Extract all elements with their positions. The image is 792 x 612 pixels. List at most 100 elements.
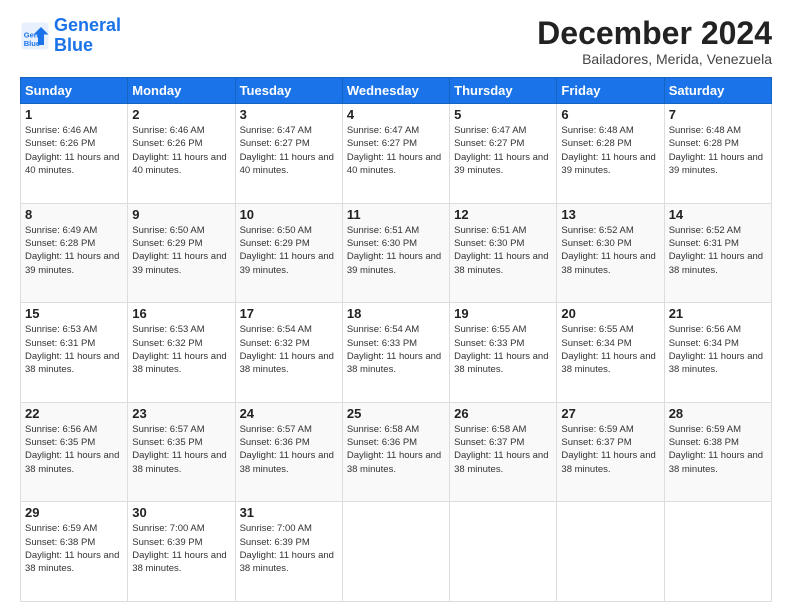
day-number: 25 <box>347 406 445 421</box>
header: Gen Blue General Blue December 2024 Bail… <box>20 16 772 67</box>
calendar-cell: 16 Sunrise: 6:53 AM Sunset: 6:32 PM Dayl… <box>128 303 235 403</box>
daylight-label: Daylight: 11 hours and 40 minutes. <box>25 152 119 176</box>
day-info: Sunrise: 6:50 AM Sunset: 6:29 PM Dayligh… <box>132 224 230 277</box>
day-number: 12 <box>454 207 552 222</box>
daylight-label: Daylight: 11 hours and 40 minutes. <box>240 152 334 176</box>
calendar-week-3: 15 Sunrise: 6:53 AM Sunset: 6:31 PM Dayl… <box>21 303 772 403</box>
calendar-cell: 21 Sunrise: 6:56 AM Sunset: 6:34 PM Dayl… <box>664 303 771 403</box>
sunrise-label: Sunrise: 6:46 AM <box>132 125 204 136</box>
day-number: 11 <box>347 207 445 222</box>
calendar-cell: 3 Sunrise: 6:47 AM Sunset: 6:27 PM Dayli… <box>235 104 342 204</box>
calendar-cell: 1 Sunrise: 6:46 AM Sunset: 6:26 PM Dayli… <box>21 104 128 204</box>
sunset-label: Sunset: 6:28 PM <box>561 138 631 149</box>
day-number: 5 <box>454 107 552 122</box>
daylight-label: Daylight: 11 hours and 38 minutes. <box>454 450 548 474</box>
day-info: Sunrise: 6:47 AM Sunset: 6:27 PM Dayligh… <box>240 124 338 177</box>
daylight-label: Daylight: 11 hours and 38 minutes. <box>669 251 763 275</box>
sunrise-label: Sunrise: 6:55 AM <box>454 324 526 335</box>
day-info: Sunrise: 6:58 AM Sunset: 6:36 PM Dayligh… <box>347 423 445 476</box>
day-info: Sunrise: 6:47 AM Sunset: 6:27 PM Dayligh… <box>347 124 445 177</box>
daylight-label: Daylight: 11 hours and 38 minutes. <box>561 351 655 375</box>
day-number: 23 <box>132 406 230 421</box>
day-number: 28 <box>669 406 767 421</box>
day-number: 31 <box>240 505 338 520</box>
sunrise-label: Sunrise: 6:59 AM <box>25 523 97 534</box>
calendar-cell: 2 Sunrise: 6:46 AM Sunset: 6:26 PM Dayli… <box>128 104 235 204</box>
calendar-cell: 19 Sunrise: 6:55 AM Sunset: 6:33 PM Dayl… <box>450 303 557 403</box>
sunset-label: Sunset: 6:27 PM <box>347 138 417 149</box>
calendar-cell: 6 Sunrise: 6:48 AM Sunset: 6:28 PM Dayli… <box>557 104 664 204</box>
sunrise-label: Sunrise: 6:52 AM <box>561 225 633 236</box>
sunset-label: Sunset: 6:27 PM <box>240 138 310 149</box>
day-info: Sunrise: 6:58 AM Sunset: 6:37 PM Dayligh… <box>454 423 552 476</box>
day-header-friday: Friday <box>557 78 664 104</box>
calendar-cell: 27 Sunrise: 6:59 AM Sunset: 6:37 PM Dayl… <box>557 402 664 502</box>
day-number: 24 <box>240 406 338 421</box>
sunset-label: Sunset: 6:27 PM <box>454 138 524 149</box>
calendar-cell: 9 Sunrise: 6:50 AM Sunset: 6:29 PM Dayli… <box>128 203 235 303</box>
svg-text:Blue: Blue <box>24 39 40 48</box>
calendar-cell: 17 Sunrise: 6:54 AM Sunset: 6:32 PM Dayl… <box>235 303 342 403</box>
day-info: Sunrise: 6:56 AM Sunset: 6:34 PM Dayligh… <box>669 323 767 376</box>
sunset-label: Sunset: 6:35 PM <box>25 437 95 448</box>
sunrise-label: Sunrise: 6:50 AM <box>132 225 204 236</box>
sunrise-label: Sunrise: 6:56 AM <box>25 424 97 435</box>
daylight-label: Daylight: 11 hours and 38 minutes. <box>240 351 334 375</box>
day-info: Sunrise: 6:59 AM Sunset: 6:37 PM Dayligh… <box>561 423 659 476</box>
day-info: Sunrise: 6:56 AM Sunset: 6:35 PM Dayligh… <box>25 423 123 476</box>
sunset-label: Sunset: 6:37 PM <box>561 437 631 448</box>
sunset-label: Sunset: 6:34 PM <box>669 338 739 349</box>
day-number: 20 <box>561 306 659 321</box>
day-info: Sunrise: 6:48 AM Sunset: 6:28 PM Dayligh… <box>561 124 659 177</box>
logo: Gen Blue General Blue <box>20 16 121 56</box>
day-info: Sunrise: 6:54 AM Sunset: 6:33 PM Dayligh… <box>347 323 445 376</box>
sunset-label: Sunset: 6:39 PM <box>240 537 310 548</box>
sunrise-label: Sunrise: 6:59 AM <box>561 424 633 435</box>
day-info: Sunrise: 6:52 AM Sunset: 6:31 PM Dayligh… <box>669 224 767 277</box>
daylight-label: Daylight: 11 hours and 39 minutes. <box>454 152 548 176</box>
calendar-cell: 20 Sunrise: 6:55 AM Sunset: 6:34 PM Dayl… <box>557 303 664 403</box>
day-number: 30 <box>132 505 230 520</box>
daylight-label: Daylight: 11 hours and 38 minutes. <box>25 550 119 574</box>
sunset-label: Sunset: 6:30 PM <box>454 238 524 249</box>
day-info: Sunrise: 6:57 AM Sunset: 6:36 PM Dayligh… <box>240 423 338 476</box>
calendar-cell: 11 Sunrise: 6:51 AM Sunset: 6:30 PM Dayl… <box>342 203 449 303</box>
day-info: Sunrise: 6:55 AM Sunset: 6:33 PM Dayligh… <box>454 323 552 376</box>
day-info: Sunrise: 6:55 AM Sunset: 6:34 PM Dayligh… <box>561 323 659 376</box>
logo-text: General Blue <box>54 16 121 56</box>
sunrise-label: Sunrise: 6:47 AM <box>347 125 419 136</box>
day-number: 26 <box>454 406 552 421</box>
day-number: 3 <box>240 107 338 122</box>
calendar-cell: 7 Sunrise: 6:48 AM Sunset: 6:28 PM Dayli… <box>664 104 771 204</box>
day-info: Sunrise: 7:00 AM Sunset: 6:39 PM Dayligh… <box>240 522 338 575</box>
day-info: Sunrise: 6:51 AM Sunset: 6:30 PM Dayligh… <box>347 224 445 277</box>
day-number: 1 <box>25 107 123 122</box>
day-info: Sunrise: 6:53 AM Sunset: 6:31 PM Dayligh… <box>25 323 123 376</box>
daylight-label: Daylight: 11 hours and 39 minutes. <box>561 152 655 176</box>
day-number: 27 <box>561 406 659 421</box>
day-info: Sunrise: 6:49 AM Sunset: 6:28 PM Dayligh… <box>25 224 123 277</box>
sunset-label: Sunset: 6:29 PM <box>240 238 310 249</box>
calendar-cell <box>664 502 771 602</box>
sunset-label: Sunset: 6:35 PM <box>132 437 202 448</box>
sunset-label: Sunset: 6:37 PM <box>454 437 524 448</box>
sunrise-label: Sunrise: 6:54 AM <box>240 324 312 335</box>
day-number: 7 <box>669 107 767 122</box>
calendar-cell: 28 Sunrise: 6:59 AM Sunset: 6:38 PM Dayl… <box>664 402 771 502</box>
location: Bailadores, Merida, Venezuela <box>537 51 772 67</box>
sunrise-label: Sunrise: 7:00 AM <box>132 523 204 534</box>
daylight-label: Daylight: 11 hours and 38 minutes. <box>132 550 226 574</box>
calendar-cell: 15 Sunrise: 6:53 AM Sunset: 6:31 PM Dayl… <box>21 303 128 403</box>
sunrise-label: Sunrise: 6:58 AM <box>454 424 526 435</box>
calendar-cell: 23 Sunrise: 6:57 AM Sunset: 6:35 PM Dayl… <box>128 402 235 502</box>
day-header-wednesday: Wednesday <box>342 78 449 104</box>
sunrise-label: Sunrise: 6:47 AM <box>240 125 312 136</box>
daylight-label: Daylight: 11 hours and 39 minutes. <box>347 251 441 275</box>
daylight-label: Daylight: 11 hours and 38 minutes. <box>347 351 441 375</box>
title-block: December 2024 Bailadores, Merida, Venezu… <box>537 16 772 67</box>
calendar-week-4: 22 Sunrise: 6:56 AM Sunset: 6:35 PM Dayl… <box>21 402 772 502</box>
sunrise-label: Sunrise: 6:50 AM <box>240 225 312 236</box>
day-number: 9 <box>132 207 230 222</box>
sunrise-label: Sunrise: 6:47 AM <box>454 125 526 136</box>
sunset-label: Sunset: 6:26 PM <box>132 138 202 149</box>
